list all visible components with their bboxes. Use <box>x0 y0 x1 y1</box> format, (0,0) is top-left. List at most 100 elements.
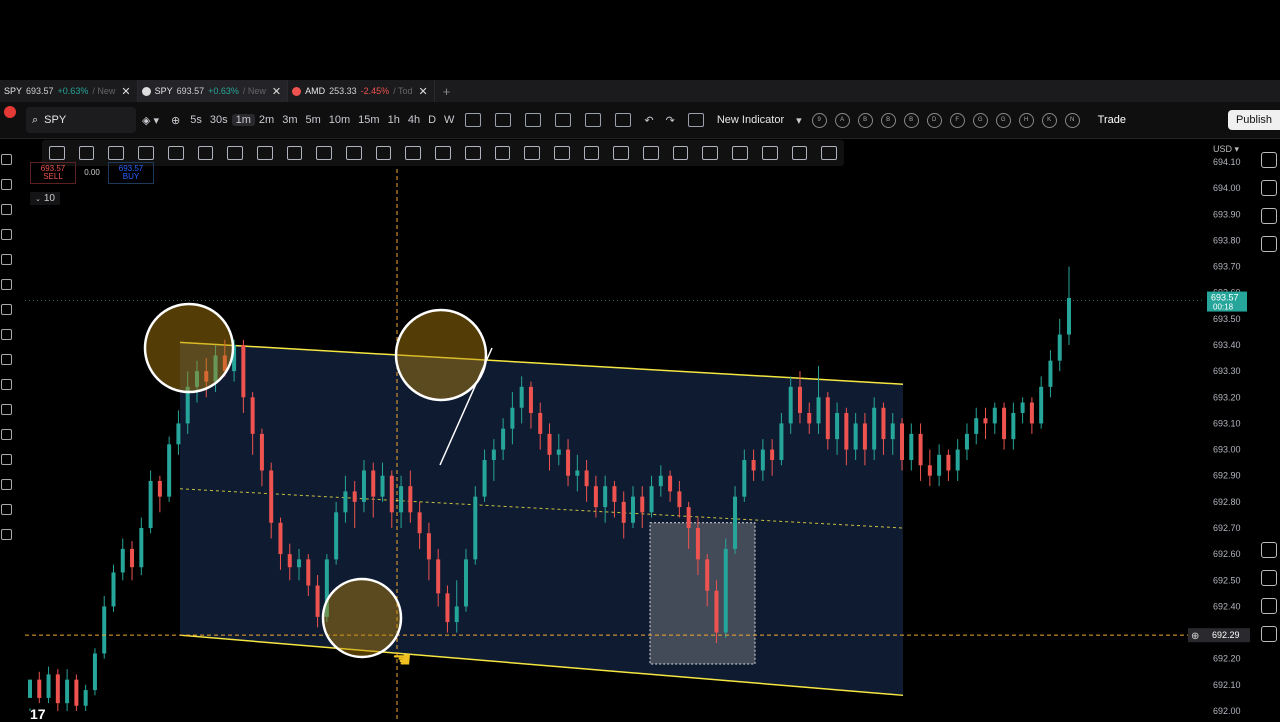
left-tool-6-icon[interactable] <box>1 304 12 315</box>
polyline-icon[interactable] <box>732 146 748 160</box>
ray-icon[interactable] <box>167 146 184 160</box>
quick-alert-3[interactable]: B <box>880 112 896 128</box>
replay-icon[interactable] <box>615 113 632 127</box>
left-tool-11-icon[interactable] <box>1 429 12 440</box>
quick-alert-4[interactable]: B <box>903 112 919 128</box>
chat-icon[interactable] <box>1261 236 1277 252</box>
left-tool-3-icon[interactable] <box>1 229 12 240</box>
interval-1h[interactable]: 1h <box>384 114 404 126</box>
callout-icon[interactable] <box>375 146 392 160</box>
undo-icon[interactable]: ↶ <box>638 114 659 127</box>
left-tool-15-icon[interactable] <box>1 529 12 540</box>
fib-time-icon[interactable] <box>464 146 481 160</box>
left-tool-7-icon[interactable] <box>1 329 12 340</box>
horizontal-line-icon[interactable] <box>197 146 214 160</box>
interval-3m[interactable]: 3m <box>278 114 301 126</box>
lines-icon[interactable] <box>78 146 95 160</box>
target-icon[interactable] <box>1261 542 1277 558</box>
symbol-search[interactable]: ⌕ SPY <box>26 107 136 133</box>
measure-icon[interactable] <box>821 146 837 160</box>
anchor-icon[interactable] <box>791 146 808 160</box>
interval-2m[interactable]: 2m <box>255 114 278 126</box>
order-quantity[interactable]: 0.00 <box>80 162 104 182</box>
multi-line-icon[interactable] <box>138 146 154 160</box>
quick-alert-8[interactable]: G <box>995 112 1011 128</box>
quick-alert-0[interactable]: 9 <box>811 112 827 128</box>
layers-icon[interactable] <box>1261 208 1277 224</box>
quick-alert-7[interactable]: G <box>972 112 988 128</box>
curve-icon[interactable] <box>702 146 719 160</box>
note-icon[interactable] <box>583 146 600 160</box>
path-icon[interactable] <box>672 146 689 160</box>
left-tool-10-icon[interactable] <box>1 404 12 415</box>
watchlist-icon[interactable] <box>1261 152 1277 168</box>
bar-style-icon[interactable] <box>465 113 482 127</box>
interval-W[interactable]: W <box>440 114 458 126</box>
interval-15m[interactable]: 15m <box>354 114 383 126</box>
new-indicator-button[interactable]: New Indicator <box>711 114 790 126</box>
alerts-icon[interactable] <box>1261 180 1277 196</box>
redo-icon[interactable]: ↷ <box>660 114 681 127</box>
interval-D[interactable]: D <box>424 114 440 126</box>
calendar-icon[interactable] <box>1261 598 1277 614</box>
indicators-icon[interactable] <box>525 113 542 127</box>
quick-alert-10[interactable]: K <box>1041 112 1057 128</box>
tab-spy-2[interactable]: SPY 693.57 +0.63% / New ✕ <box>137 80 289 102</box>
buy-button[interactable]: 693.57 BUY <box>108 162 154 184</box>
trend-angle-icon[interactable] <box>227 146 243 160</box>
compare-icon[interactable]: ◈ ▾ <box>136 114 165 127</box>
quick-alert-1[interactable]: A <box>834 112 850 128</box>
left-tool-2-icon[interactable] <box>1 204 12 215</box>
layout-icon[interactable] <box>555 113 572 127</box>
panel-icon[interactable] <box>687 113 704 127</box>
interval-4h[interactable]: 4h <box>404 114 424 126</box>
fib-icon[interactable] <box>316 146 333 160</box>
candle-style-icon[interactable] <box>495 113 512 127</box>
rectangle-icon[interactable] <box>553 146 570 160</box>
interval-10m[interactable]: 10m <box>325 114 354 126</box>
circle-icon[interactable] <box>643 146 659 160</box>
chevron-down-icon[interactable]: ▾ <box>790 114 808 127</box>
left-tool-13-icon[interactable] <box>1 479 12 490</box>
quick-alert-11[interactable]: N <box>1064 112 1080 128</box>
interval-5s[interactable]: 5s <box>186 114 206 126</box>
ideas-icon[interactable] <box>1261 626 1277 642</box>
arrow-icon[interactable] <box>524 146 540 160</box>
trend-line-icon[interactable] <box>108 146 125 160</box>
left-tool-12-icon[interactable] <box>1 454 12 465</box>
ellipse-icon[interactable] <box>613 146 630 160</box>
interval-1m[interactable]: 1m <box>231 114 255 126</box>
quick-alert-6[interactable]: F <box>949 112 965 128</box>
left-tool-8-icon[interactable] <box>1 354 12 365</box>
projection-icon[interactable] <box>494 146 511 160</box>
left-tool-9-icon[interactable] <box>1 379 12 390</box>
brush-icon[interactable] <box>405 146 422 160</box>
trend-icon[interactable] <box>1261 570 1277 586</box>
parallel-channel-icon[interactable] <box>256 146 273 160</box>
alert-icon[interactable] <box>585 113 602 127</box>
tab-amd[interactable]: AMD 253.33 -2.45% / Tod ✕ <box>288 80 435 102</box>
trade-button[interactable]: Trade <box>1090 114 1134 126</box>
quick-alert-5[interactable]: D <box>926 112 942 128</box>
add-tab-icon[interactable]: + <box>435 84 459 99</box>
tab-spy-1[interactable]: SPY 693.57 +0.63% / New ✕ <box>0 80 138 102</box>
add-symbol-icon[interactable]: ⊕ <box>165 114 186 127</box>
interval-5m[interactable]: 5m <box>301 114 324 126</box>
quantity-tag[interactable]: ⌄ 10 <box>30 192 60 205</box>
close-icon[interactable]: ✕ <box>272 85 281 98</box>
left-tool-0-icon[interactable] <box>1 154 12 165</box>
text-icon[interactable] <box>346 146 362 160</box>
left-tool-4-icon[interactable] <box>1 254 12 265</box>
left-tool-14-icon[interactable] <box>1 504 12 515</box>
left-tool-5-icon[interactable] <box>1 279 12 290</box>
sell-button[interactable]: 693.57 SELL <box>30 162 76 184</box>
pattern-icon[interactable] <box>435 146 451 160</box>
quick-alert-9[interactable]: H <box>1018 112 1034 128</box>
close-icon[interactable]: ✕ <box>419 85 428 98</box>
left-tool-1-icon[interactable] <box>1 179 12 190</box>
price-chart[interactable]: ☚ USD ▾ 694.10 694.00 693.90 693.80 693.70 693… <box>0 140 1280 720</box>
publish-button[interactable]: Publish <box>1228 110 1280 130</box>
interval-30s[interactable]: 30s <box>206 114 232 126</box>
close-icon[interactable]: ✕ <box>121 85 130 98</box>
price-range-icon[interactable] <box>761 146 778 160</box>
